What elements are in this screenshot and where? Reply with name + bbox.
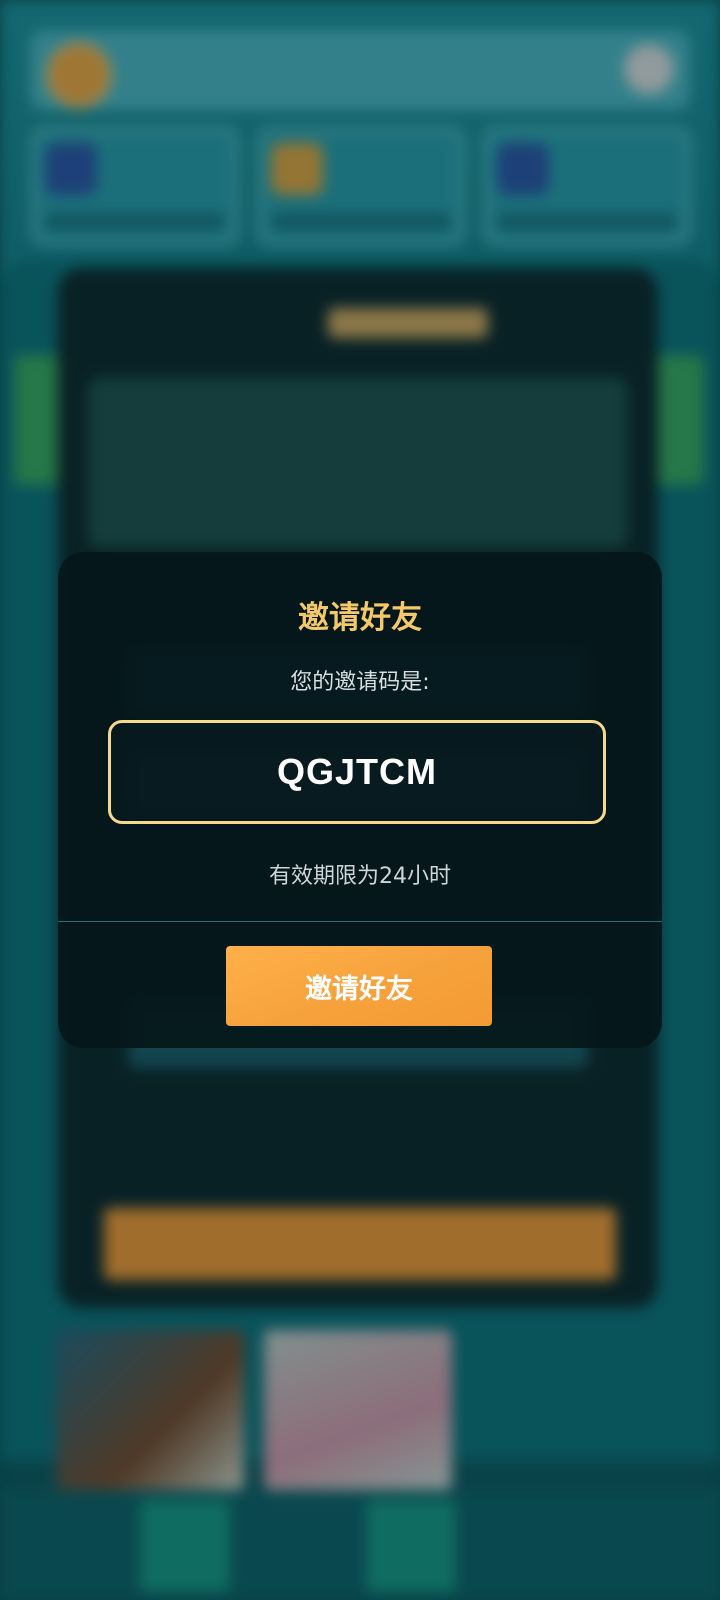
invite-friends-button[interactable]: 邀请好友 [226, 946, 492, 1026]
divider [58, 921, 662, 922]
invite-code-label: 您的邀请码是: [290, 670, 430, 695]
invite-code-box[interactable]: QGJTCM [108, 720, 606, 824]
invite-code-value[interactable]: QGJTCM [277, 751, 437, 793]
invite-dialog: 邀请好友 您的邀请码是: QGJTCM 有效期限为24小时 邀请好友 [58, 552, 662, 1048]
dialog-title: 邀请好友 [298, 600, 422, 636]
validity-text: 有效期限为24小时 [269, 864, 451, 889]
